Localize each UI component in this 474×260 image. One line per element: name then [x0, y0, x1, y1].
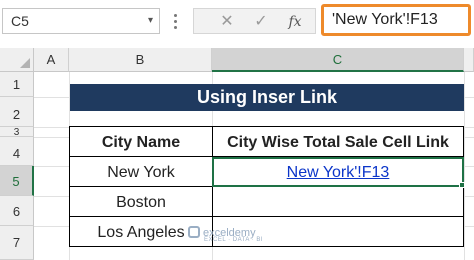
name-box[interactable]: C5 ▾: [2, 8, 160, 34]
name-box-value: C5: [11, 13, 29, 29]
formula-buttons: ✕ ✓ fx: [193, 8, 316, 34]
title-banner: Using Inser Link: [70, 84, 464, 111]
row-header-5[interactable]: 5: [0, 166, 34, 196]
cell-city-boston[interactable]: Boston: [69, 186, 213, 217]
column-header-b[interactable]: B: [69, 48, 212, 72]
watermark: exceldemy EXCEL · DATA · BI: [188, 226, 263, 243]
cancel-icon[interactable]: ✕: [216, 11, 238, 33]
header-city-link[interactable]: City Wise Total Sale Cell Link: [212, 126, 464, 157]
more-options-icon[interactable]: [172, 8, 180, 34]
row-header-1[interactable]: 1: [0, 72, 34, 97]
row-header-7[interactable]: 7: [0, 226, 34, 260]
formula-bar-area: C5 ▾ ✕ ✓ fx 'New York'!F13: [0, 0, 474, 42]
row-header-6[interactable]: 6: [0, 196, 34, 226]
formula-input[interactable]: 'New York'!F13: [321, 4, 471, 36]
column-header-a[interactable]: A: [34, 48, 69, 72]
column-header-c[interactable]: C: [212, 48, 464, 72]
chevron-down-icon[interactable]: ▾: [148, 9, 153, 33]
enter-icon[interactable]: ✓: [250, 11, 272, 33]
exceldemy-logo-icon: [188, 226, 200, 238]
row-header-3[interactable]: 3: [0, 127, 34, 138]
cell-city-new-york[interactable]: New York: [69, 156, 213, 187]
insert-function-icon[interactable]: fx: [284, 11, 306, 33]
watermark-tagline: EXCEL · DATA · BI: [204, 237, 264, 243]
row-header-2[interactable]: 2: [0, 97, 34, 127]
row-header-4[interactable]: 4: [0, 137, 34, 166]
select-all-corner[interactable]: [0, 48, 34, 72]
column-header-next[interactable]: [464, 48, 474, 72]
fill-handle[interactable]: [459, 182, 465, 188]
header-city-name[interactable]: City Name: [69, 126, 213, 157]
cell-link-boston[interactable]: [212, 186, 464, 217]
active-cell-outline: [212, 157, 464, 187]
